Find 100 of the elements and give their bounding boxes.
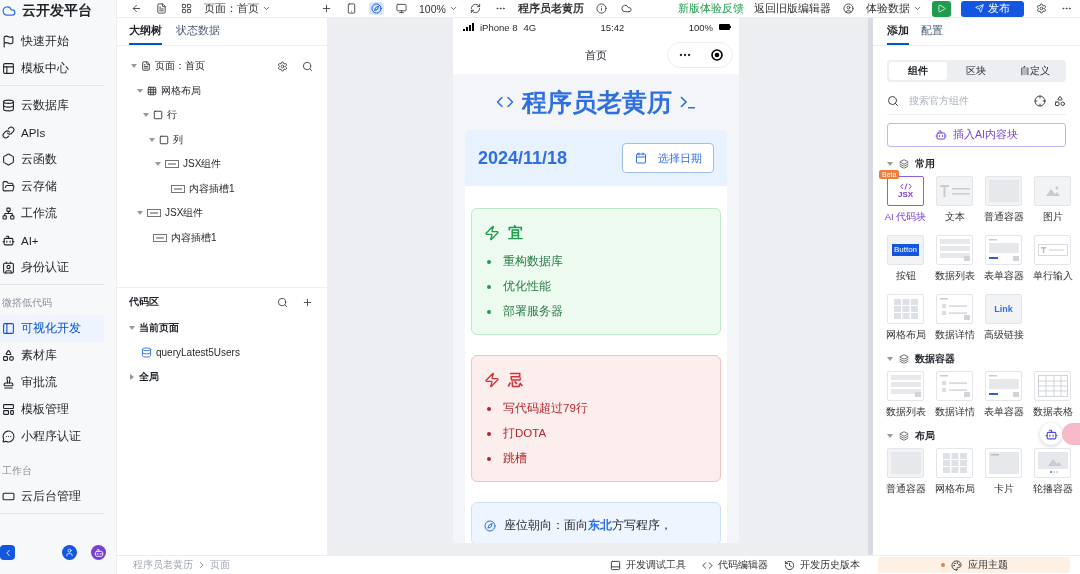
caret-icon[interactable] [149, 136, 155, 143]
clock: 15:42 [600, 21, 625, 33]
component-tile[interactable] [887, 448, 924, 478]
component-tile[interactable] [887, 294, 924, 324]
nav-item[interactable]: 云函数 [0, 146, 104, 173]
tree-item[interactable]: 页面：首页 [155, 59, 205, 74]
nav-item[interactable]: 云存储 [0, 173, 104, 200]
tab[interactable]: 大纲树 [129, 18, 162, 45]
component-tile[interactable] [936, 448, 973, 478]
nav-item[interactable]: AI+ [0, 227, 104, 254]
segment-tab[interactable]: 自定义 [1005, 62, 1064, 80]
layout-icon[interactable] [179, 2, 194, 15]
assistant-avatar[interactable] [91, 545, 106, 560]
component-tile[interactable] [1034, 235, 1071, 265]
component-tile[interactable] [1034, 176, 1071, 206]
caret-icon[interactable] [137, 87, 143, 94]
nav-item[interactable]: 可视化开发 [0, 315, 104, 342]
search-field[interactable]: 搜索官方组件 [907, 94, 1026, 107]
component-tile[interactable] [985, 176, 1022, 206]
component-tile[interactable] [1034, 448, 1071, 478]
caret-icon[interactable] [143, 112, 149, 119]
preview-button[interactable] [932, 0, 951, 17]
tool-link[interactable]: 代码编辑器 [702, 558, 768, 572]
search-icon[interactable] [277, 296, 288, 308]
nav-item[interactable]: 模板中心 [0, 55, 104, 82]
nav-item[interactable]: 模板管理 [0, 396, 104, 423]
caret-icon[interactable] [131, 63, 137, 70]
account-icon[interactable] [841, 2, 856, 15]
tree-item[interactable]: 内容插槽1 [189, 181, 235, 196]
info-icon[interactable] [593, 2, 609, 15]
tree-item[interactable]: 行 [167, 108, 177, 123]
component-tile[interactable] [936, 294, 973, 324]
insert-ai-button[interactable]: 插入AI内容块 [887, 123, 1066, 147]
nav-item[interactable]: 云数据库 [0, 92, 104, 119]
nav-item[interactable]: 小程序认证 [0, 423, 104, 450]
component-tile[interactable] [985, 235, 1022, 265]
tab[interactable]: 状态数据 [176, 18, 220, 45]
feedback-link[interactable]: 新版体验反馈 [678, 1, 744, 16]
tree-item[interactable]: 列 [173, 132, 183, 147]
component-tile[interactable] [936, 176, 973, 206]
nav-item[interactable]: 身份认证 [0, 254, 104, 281]
cloud-icon[interactable] [618, 2, 634, 15]
query-item[interactable]: queryLatest5Users [156, 347, 240, 359]
assistant-button[interactable] [1040, 423, 1062, 445]
robot-icon [1044, 427, 1058, 441]
tool-link[interactable]: 开发调试工具 [610, 558, 686, 572]
publish-button[interactable]: 发布 [961, 0, 1024, 17]
segment-tab[interactable]: 区块 [947, 62, 1006, 80]
add-icon[interactable] [302, 296, 313, 308]
nav-item[interactable]: 审批流 [0, 369, 104, 396]
settings-icon[interactable] [1034, 2, 1049, 15]
user-avatar[interactable] [62, 545, 77, 560]
nav-item[interactable]: 素材库 [0, 342, 104, 369]
caret-icon[interactable] [137, 210, 143, 217]
nav-item[interactable]: APIs [0, 119, 104, 146]
button-thumbnail-label: Button [891, 244, 920, 256]
tree-item[interactable]: 当前页面 [139, 321, 179, 336]
nav-item[interactable]: 工作流 [0, 200, 104, 227]
document-icon[interactable] [154, 2, 169, 15]
hexagon-icon [2, 153, 15, 166]
caret-icon[interactable] [887, 433, 893, 439]
settings-icon[interactable] [277, 60, 288, 72]
shapes-icon[interactable] [1054, 94, 1066, 107]
date-picker-button[interactable]: 选择日期 [622, 143, 714, 173]
old-editor-link[interactable]: 返回旧版编辑器 [754, 1, 831, 16]
component-tile[interactable]: JSX [887, 176, 924, 206]
tab[interactable]: 添加 [887, 18, 909, 45]
tree-item[interactable]: JSX组件 [183, 157, 222, 172]
component-tile[interactable] [887, 371, 924, 401]
collapse-button[interactable] [0, 545, 15, 560]
record-icon[interactable] [710, 49, 723, 61]
tree-item[interactable]: 全局 [139, 370, 159, 385]
caret-icon[interactable] [129, 325, 135, 332]
apply-theme-button[interactable]: 应用主题 [878, 557, 1070, 573]
segment-tab[interactable]: 组件 [889, 62, 948, 80]
tool-link[interactable]: 开发历史版本 [784, 558, 860, 572]
component-tile[interactable] [936, 235, 973, 265]
caret-icon[interactable] [129, 374, 135, 381]
component-tile[interactable]: Link [985, 294, 1022, 324]
nav-item[interactable]: 快速开始 [0, 28, 104, 55]
zoom-select[interactable]: 100% [419, 2, 458, 15]
caret-icon[interactable] [155, 161, 161, 168]
nav-item[interactable]: 云后台管理 [0, 483, 104, 510]
component-tile[interactable] [936, 371, 973, 401]
tree-item[interactable]: 内容插槽1 [171, 230, 217, 245]
page-select[interactable]: 页面：首页 [204, 1, 271, 16]
code-icon [899, 183, 912, 190]
caret-icon[interactable] [887, 356, 893, 362]
component-tile[interactable] [1034, 371, 1071, 401]
component-tile[interactable]: Button [887, 235, 924, 265]
locate-icon[interactable] [1034, 94, 1046, 107]
search-icon[interactable] [302, 60, 313, 72]
component-tile[interactable] [985, 371, 1022, 401]
tab[interactable]: 配置 [921, 18, 943, 45]
tree-item[interactable]: JSX组件 [165, 206, 204, 221]
data-select[interactable]: 体验数据 [866, 1, 922, 16]
component-tile[interactable] [985, 448, 1022, 478]
tree-item[interactable]: 网格布局 [161, 83, 201, 98]
caret-icon[interactable] [887, 161, 893, 167]
monitor-icon[interactable] [394, 2, 409, 15]
